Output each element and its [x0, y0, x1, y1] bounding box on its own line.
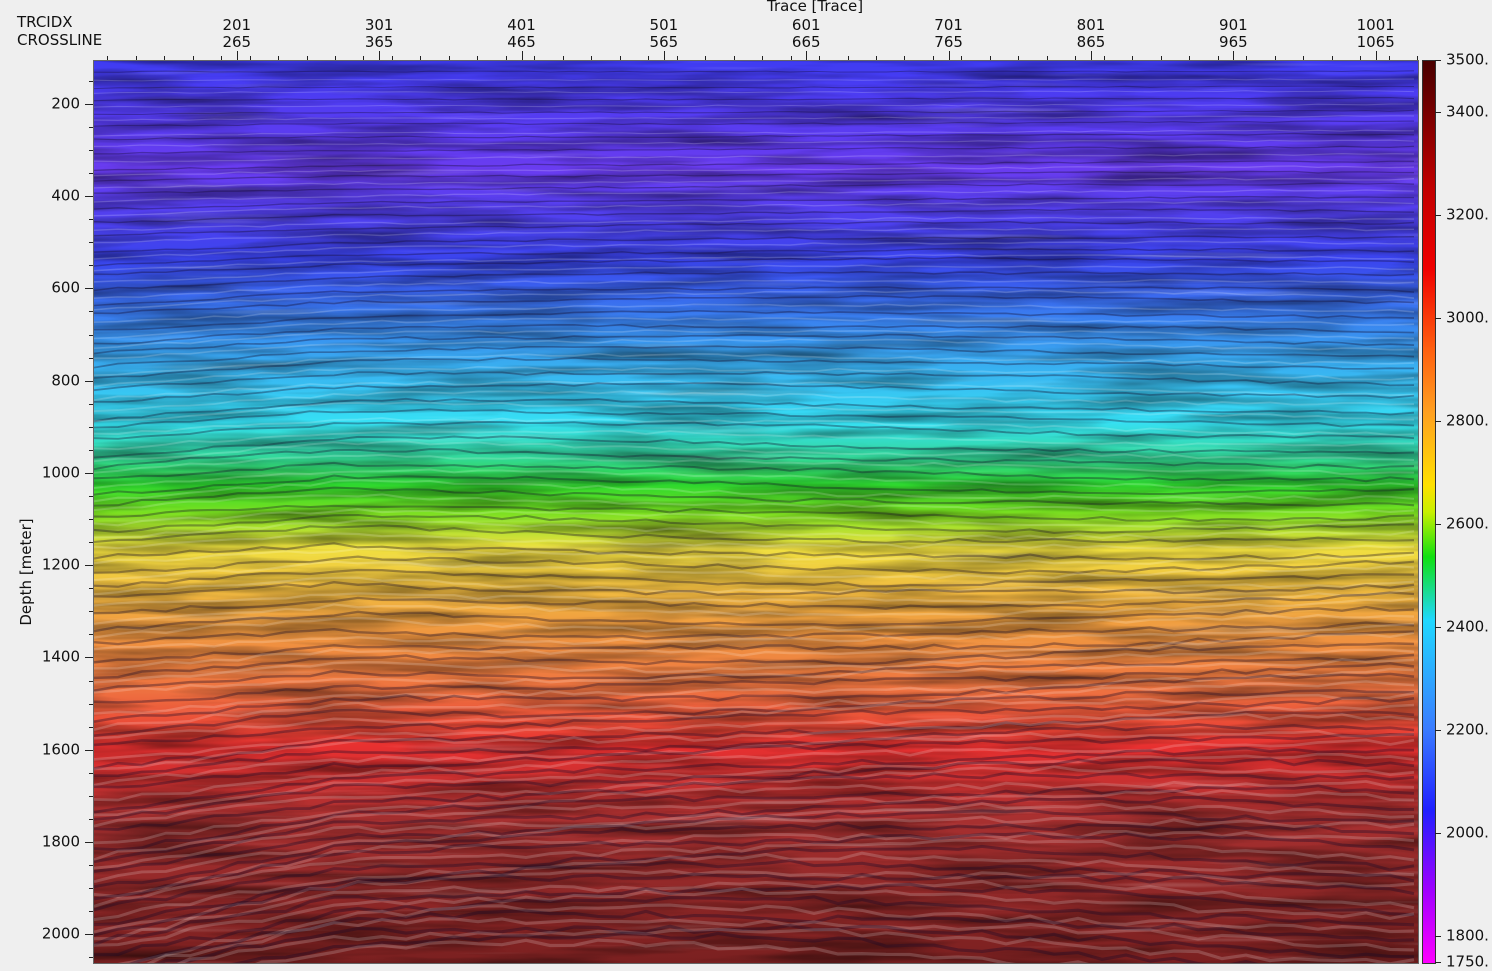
seismic-section-image [94, 61, 1418, 963]
x-major-tick [1233, 51, 1235, 60]
colorbar-tick-label: 1750. [1446, 952, 1489, 971]
depth-tick-label: 1800 [41, 832, 80, 851]
colorbar-tick [1435, 833, 1441, 835]
depth-major-tick [85, 749, 93, 751]
depth-axis: Depth [meter] 200 400 600 800 1000 1200 1400 16… [0, 60, 93, 965]
colorbar-tick-label: 3400. [1446, 102, 1489, 121]
trcidx-tick-label: 501 [649, 16, 679, 34]
depth-major-tick [85, 565, 93, 567]
colorbar-scale [1422, 60, 1436, 964]
depth-major-tick [85, 380, 93, 382]
crossline-tick-label: 565 [649, 33, 679, 51]
crossline-tick-label: 765 [934, 33, 963, 51]
x-major-tick [379, 51, 381, 60]
colorbar-tick [1435, 626, 1441, 628]
depth-tick-label: 400 [51, 186, 80, 205]
depth-tick-label: 1200 [41, 555, 80, 574]
colorbar-tick-label: 2400. [1446, 617, 1489, 636]
colorbar-tick-label: 3200. [1446, 205, 1489, 224]
colorbar-tick [1435, 523, 1441, 525]
colorbar-tick [1435, 420, 1441, 422]
depth-tick-label: 200 [51, 94, 80, 113]
crossline-tick-label: 465 [507, 33, 536, 51]
trcidx-tick-label: 301 [364, 16, 394, 34]
depth-tick-label: 2000 [41, 924, 80, 943]
colorbar-tick [1435, 936, 1441, 938]
x-major-tick [806, 51, 808, 60]
depth-major-tick [85, 472, 93, 474]
depth-major-tick [85, 288, 93, 290]
depth-tick-label: 600 [51, 278, 80, 297]
colorbar-tick [1435, 317, 1441, 319]
crossline-tick-label: 1065 [1356, 33, 1395, 51]
top-axis: 201 265 301 365 401 465 501 565 601 665 701 765 801 8… [0, 0, 1492, 60]
trcidx-tick-label: 901 [1219, 16, 1248, 34]
colorbar-tick-label: 2600. [1446, 514, 1489, 533]
colorbar-tick-label: 2000. [1446, 823, 1489, 842]
colorbar-tick-label: 3500. [1446, 50, 1489, 69]
y-axis-title: Depth [meter] [17, 518, 35, 626]
trcidx-tick-label: 801 [1076, 16, 1106, 34]
crossline-tick-label: 665 [791, 33, 821, 51]
colorbar-tick [1435, 214, 1441, 216]
crossline-tick-label: 865 [1076, 33, 1106, 51]
depth-major-tick [85, 103, 93, 105]
crossline-tick-label: 365 [364, 33, 394, 51]
colorbar-tick-label: 2800. [1446, 411, 1489, 430]
depth-tick-label: 1600 [41, 740, 80, 759]
crossline-tick-label: 265 [222, 33, 252, 51]
depth-major-tick [85, 657, 93, 659]
colorbar-tick-label: 3000. [1446, 308, 1489, 327]
x-major-tick [663, 51, 665, 60]
depth-tick-label: 1400 [41, 647, 80, 666]
trcidx-tick-label: 201 [222, 16, 252, 34]
depth-major-tick [85, 842, 93, 844]
trcidx-tick-label: 1001 [1356, 16, 1395, 34]
depth-major-tick [85, 934, 93, 936]
x-major-tick [236, 51, 238, 60]
colorbar-tick-label: 2200. [1446, 720, 1489, 739]
colorbar-tick [1435, 730, 1441, 732]
crossline-tick-label: 965 [1219, 33, 1248, 51]
depth-tick-label: 1000 [41, 463, 80, 482]
depth-tick-label: 800 [51, 371, 80, 390]
seismic-section-view[interactable] [93, 60, 1419, 964]
x-major-tick [948, 51, 950, 60]
depth-major-tick [85, 196, 93, 198]
x-major-tick [1090, 51, 1092, 60]
x-major-tick [1375, 51, 1377, 60]
trcidx-tick-label: 701 [934, 16, 963, 34]
trcidx-tick-label: 601 [791, 16, 821, 34]
colorbar-tick [1435, 111, 1441, 113]
colorbar-tick-label: 1800. [1446, 926, 1489, 945]
trcidx-tick-label: 401 [507, 16, 536, 34]
colorbar-tick [1435, 60, 1441, 61]
colorbar-tick [1435, 962, 1441, 963]
x-major-tick [521, 51, 523, 60]
